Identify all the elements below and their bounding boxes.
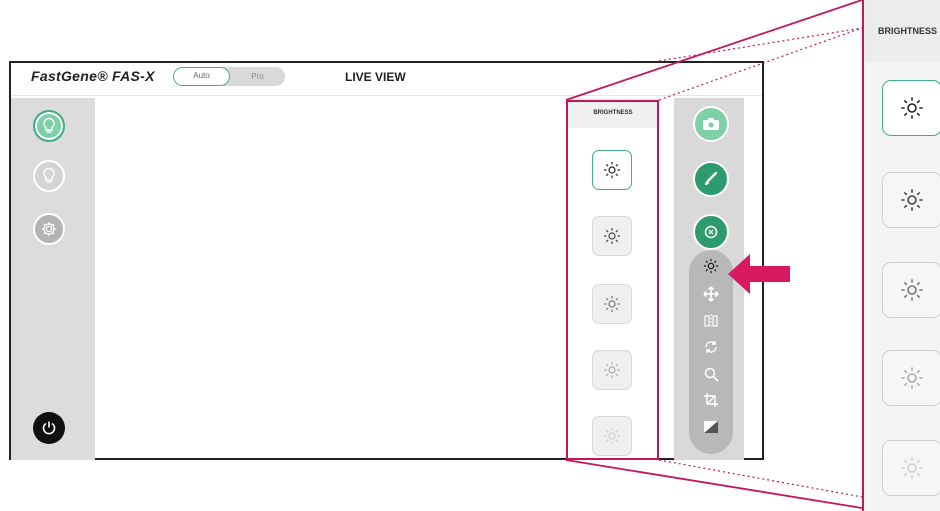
- brightness-zoom-panel: BRIGHTNESS: [862, 0, 940, 511]
- sun-icon: [901, 97, 923, 119]
- sun-icon: [901, 457, 923, 479]
- brightness-level-1-zoom[interactable]: [882, 80, 940, 136]
- brightness-level-3-zoom[interactable]: [882, 262, 940, 318]
- brightness-level-2-zoom[interactable]: [882, 172, 940, 228]
- sun-icon: [901, 367, 923, 389]
- brightness-level-4-zoom[interactable]: [882, 350, 940, 406]
- sun-icon: [901, 279, 923, 301]
- callout-lines: [565, 0, 863, 509]
- pointer-arrow-icon: [728, 254, 790, 294]
- sun-icon: [901, 189, 923, 211]
- brightness-level-5-zoom[interactable]: [882, 440, 940, 496]
- brightness-heading-zoom: BRIGHTNESS: [864, 0, 940, 62]
